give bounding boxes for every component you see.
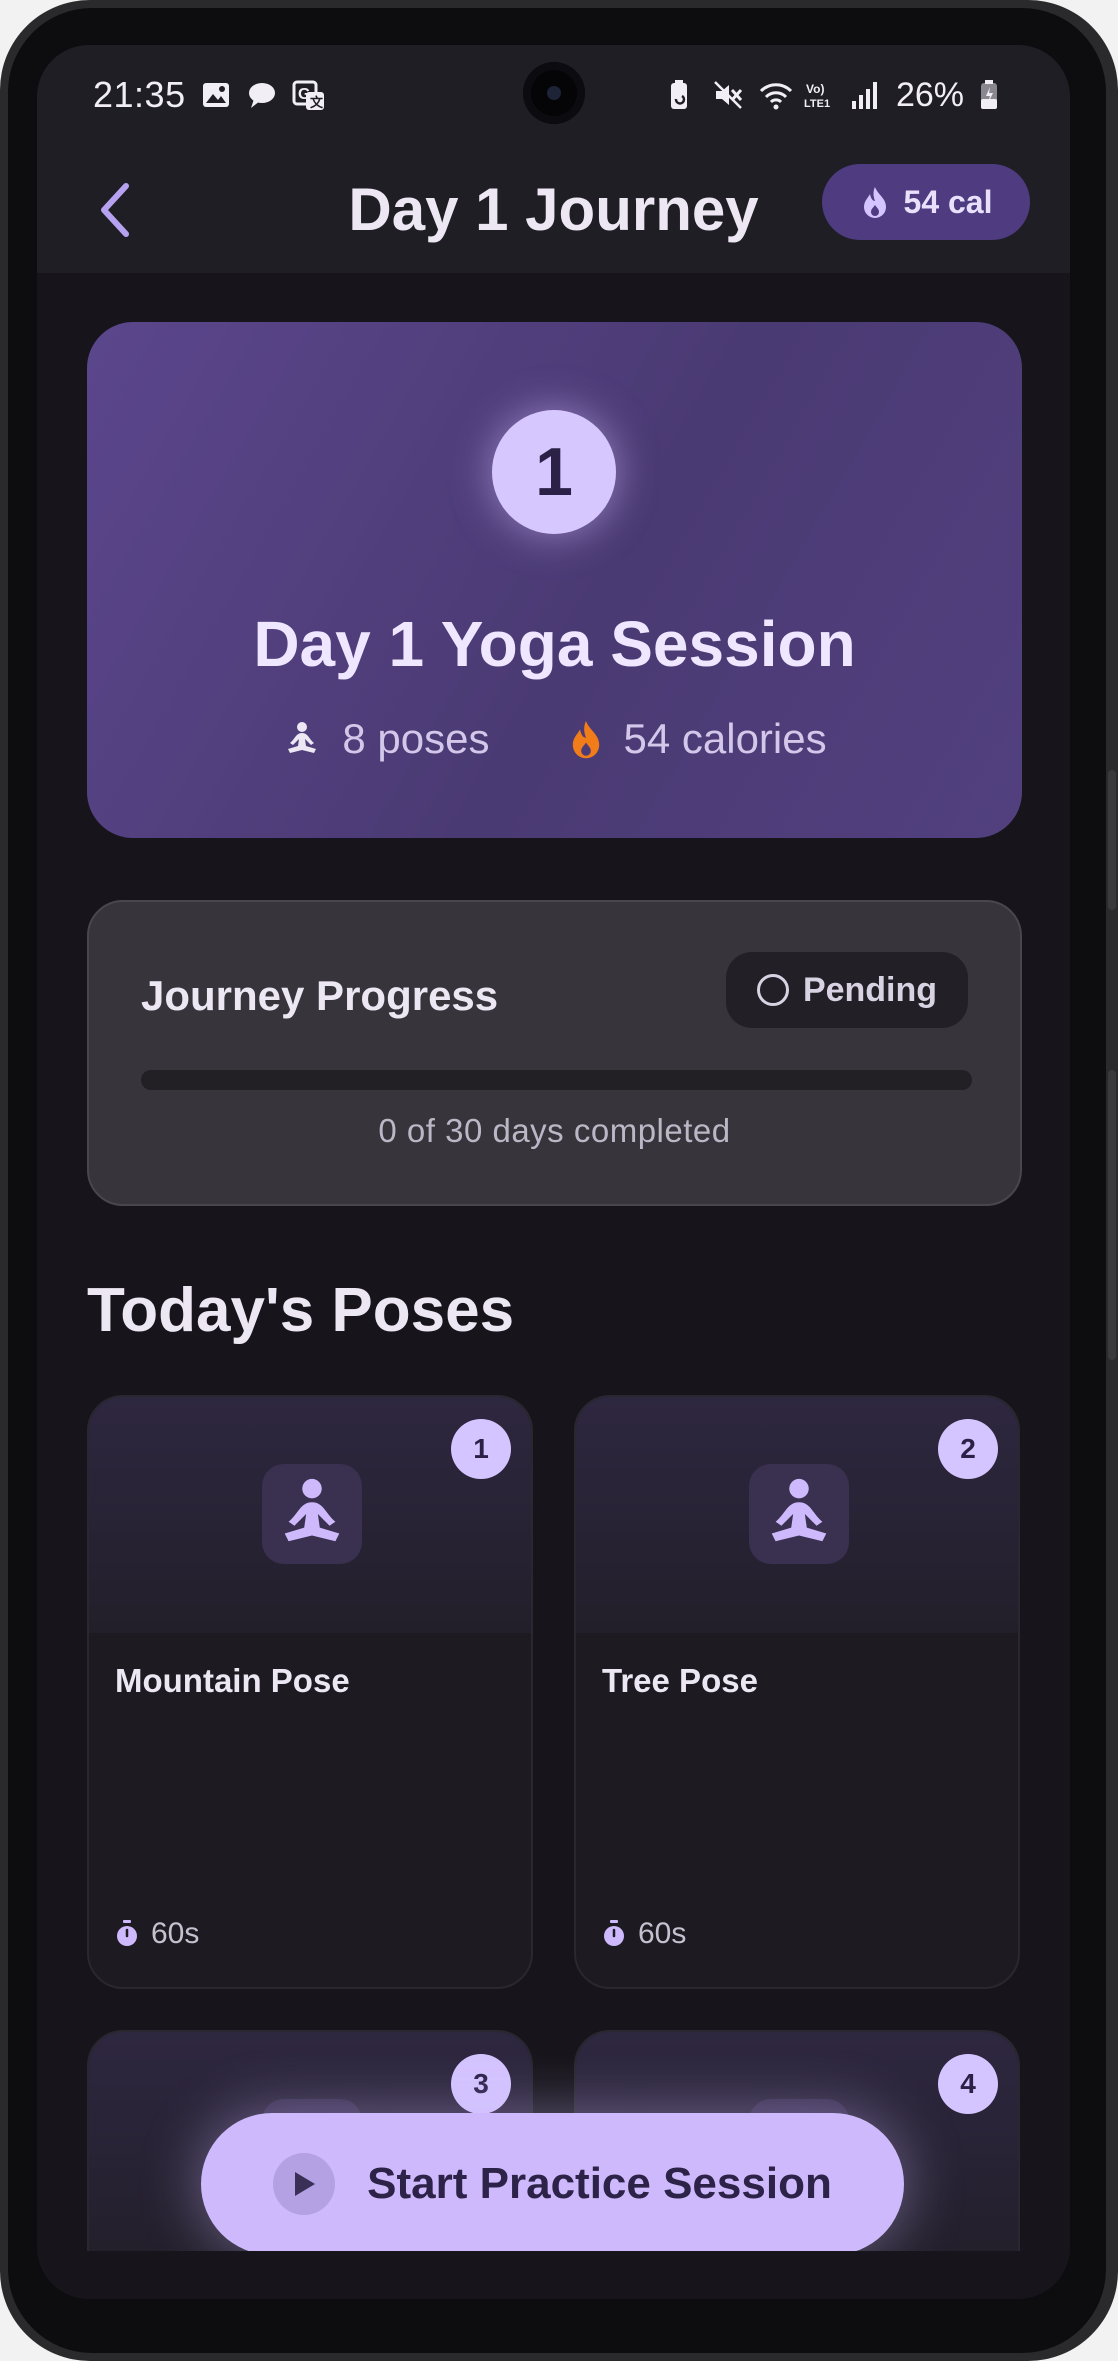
day-number-badge: 1 (492, 410, 616, 534)
svg-text:文: 文 (310, 95, 324, 110)
status-time: 21:35 (93, 74, 186, 115)
status-badge-label: Pending (802, 970, 938, 1009)
yoga-pose-icon (771, 1478, 827, 1542)
start-practice-button[interactable]: Start Practice Session (201, 2113, 904, 2255)
gallery-icon (200, 79, 232, 111)
pose-duration-label: 60s (638, 1917, 687, 1950)
progress-title: Journey Progress (141, 972, 499, 1019)
yoga-pose-icon (284, 1478, 340, 1542)
start-practice-label: Start Practice Session (367, 2159, 832, 2208)
timer-icon (117, 1920, 137, 1946)
flame-icon (863, 187, 886, 218)
wifi-icon (758, 79, 793, 111)
status-bar: 21:35 G文 Vo) LTE1 26% (37, 45, 1070, 145)
app-bar: Day 1 Journey 54 cal (37, 145, 1070, 273)
session-meta: 8 poses 54 calories (87, 715, 1022, 763)
play-icon (273, 2153, 336, 2215)
journey-progress-card: Journey Progress Pending 0 of 30 days co… (87, 900, 1022, 1206)
session-hero-card: 1 Day 1 Yoga Session 8 poses 54 calories (87, 322, 1022, 838)
progress-bar (141, 1070, 972, 1090)
pose-number-badge: 1 (451, 1419, 511, 1479)
battery-icon (978, 79, 1010, 111)
pose-number-badge: 4 (938, 2054, 998, 2114)
pose-number-badge: 3 (451, 2054, 511, 2114)
volte-icon: Vo) LTE1 (804, 79, 836, 111)
calories-count: 54 calories (568, 715, 827, 763)
pose-duration: 60s (602, 1917, 686, 1951)
calories-chip-label: 54 cal (903, 183, 993, 220)
yoga-pose-icon (288, 722, 317, 753)
screen-bottom-edge (37, 2251, 1070, 2299)
chat-icon (246, 79, 278, 111)
pose-icon-box (749, 1464, 849, 1564)
progress-summary: 0 of 30 days completed (378, 1112, 731, 1149)
pose-card[interactable]: 1 Mountain Pose 60s (87, 1395, 533, 1989)
pose-number-badge: 2 (938, 1419, 998, 1479)
signal-icon (850, 79, 882, 111)
poses-count-label: 8 poses (342, 715, 490, 762)
status-badge: Pending (726, 952, 968, 1028)
front-camera (523, 62, 585, 124)
svg-text:LTE1: LTE1 (804, 98, 830, 110)
translate-icon: G文 (292, 79, 324, 111)
power-button (1108, 1070, 1116, 1360)
circle-outline-icon (756, 974, 789, 1006)
pose-card[interactable]: 2 Tree Pose 60s (574, 1395, 1020, 1989)
calories-chip: 54 cal (822, 164, 1030, 240)
battery-saver-icon (666, 79, 698, 111)
poses-count: 8 poses (282, 715, 490, 763)
volume-button (1108, 770, 1116, 910)
flame-icon (572, 721, 599, 759)
pose-name: Mountain Pose (115, 1662, 350, 1699)
pose-duration-label: 60s (151, 1917, 200, 1950)
section-title: Today's Poses (87, 1276, 515, 1345)
pose-name: Tree Pose (602, 1662, 758, 1699)
svg-text:Vo): Vo) (806, 82, 824, 96)
calories-count-label: 54 calories (623, 715, 827, 762)
screen: 21:35 G文 Vo) LTE1 26% Day 1 Journey 54 c… (37, 45, 1070, 2299)
timer-icon (604, 1920, 624, 1946)
battery-percent: 26% (895, 75, 964, 114)
pose-duration: 60s (115, 1917, 199, 1951)
mute-icon (712, 79, 744, 111)
session-title: Day 1 Yoga Session (253, 608, 856, 680)
pose-icon-box (262, 1464, 362, 1564)
